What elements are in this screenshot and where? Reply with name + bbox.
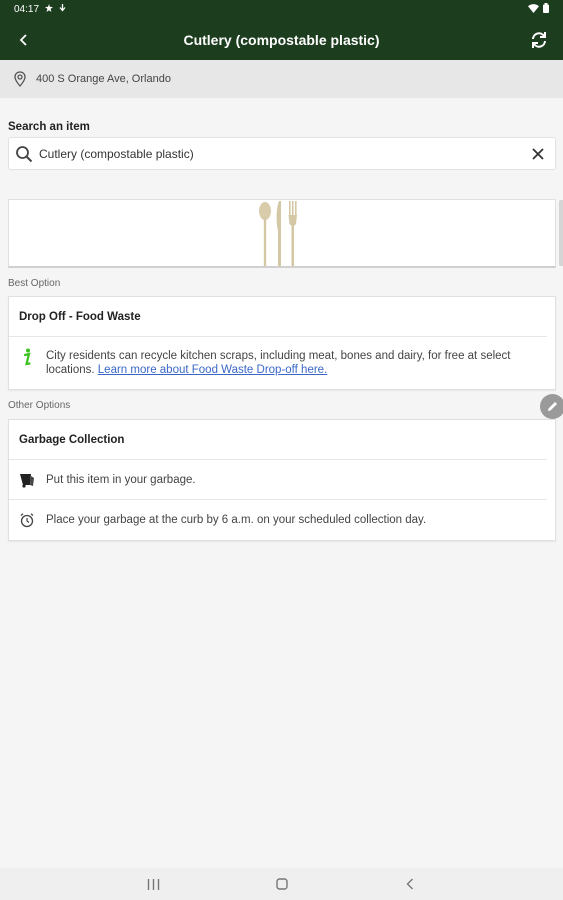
edit-button[interactable] bbox=[540, 394, 563, 419]
nav-back-button[interactable] bbox=[400, 874, 420, 894]
status-time: 04:17 bbox=[14, 4, 40, 15]
other-options-label: Other Options bbox=[8, 400, 71, 411]
search-label: Search an item bbox=[8, 121, 90, 133]
pencil-icon bbox=[548, 402, 557, 411]
page-title: Cutlery (compostable plastic) bbox=[183, 31, 380, 48]
battery-icon bbox=[543, 3, 549, 16]
collection-time-row: Place your garbage at the curb by 6 a.m.… bbox=[9, 500, 547, 540]
other-option-title: Garbage Collection bbox=[9, 420, 547, 460]
cutlery-image bbox=[259, 201, 297, 266]
close-icon bbox=[532, 147, 544, 160]
recent-apps-button[interactable] bbox=[144, 874, 164, 894]
refresh-button[interactable] bbox=[515, 19, 563, 60]
alarm-clock-icon bbox=[19, 512, 35, 528]
search-icon bbox=[16, 145, 33, 162]
recent-apps-icon bbox=[147, 878, 160, 890]
best-option-title: Drop Off - Food Waste bbox=[9, 297, 547, 337]
other-option-card: Garbage Collection Put this item in your… bbox=[8, 419, 556, 541]
best-option-label: Best Option bbox=[8, 278, 61, 289]
back-button[interactable] bbox=[0, 19, 48, 60]
address-text: 400 S Orange Ave, Orlando bbox=[36, 73, 171, 85]
notification-download-icon bbox=[59, 3, 66, 16]
food-waste-info-row: City residents can recycle kitchen scrap… bbox=[9, 337, 547, 389]
nav-back-icon bbox=[406, 878, 413, 890]
search-input[interactable]: Cutlery (compostable plastic) bbox=[8, 137, 556, 170]
wifi-icon bbox=[528, 3, 539, 16]
location-bar[interactable]: 400 S Orange Ave, Orlando bbox=[0, 60, 563, 98]
garbage-instruction-row: Put this item in your garbage. bbox=[9, 460, 547, 500]
notification-star-icon bbox=[45, 4, 54, 15]
food-waste-learn-more-link[interactable]: Learn more about Food Waste Drop-off her… bbox=[98, 364, 327, 376]
side-panel-handle[interactable] bbox=[559, 200, 563, 266]
info-text-block: City residents can recycle kitchen scrap… bbox=[46, 349, 547, 377]
best-option-card: Drop Off - Food Waste City residents can… bbox=[8, 296, 556, 390]
item-image bbox=[8, 199, 556, 268]
info-icon bbox=[19, 348, 35, 366]
home-icon bbox=[275, 878, 288, 890]
system-nav-bar bbox=[0, 868, 563, 900]
home-button[interactable] bbox=[272, 874, 292, 894]
status-bar: 04:17 bbox=[0, 0, 563, 19]
app-bar: Cutlery (compostable plastic) bbox=[0, 19, 563, 60]
garbage-instruction-text: Put this item in your garbage. bbox=[46, 473, 196, 486]
search-value: Cutlery (compostable plastic) bbox=[39, 146, 194, 161]
collection-time-text: Place your garbage at the curb by 6 a.m.… bbox=[46, 514, 427, 526]
location-pin-icon bbox=[14, 71, 26, 87]
garbage-bin-icon bbox=[19, 472, 35, 488]
clear-search-button[interactable] bbox=[521, 137, 555, 170]
back-arrow-icon bbox=[19, 33, 27, 46]
refresh-icon bbox=[532, 31, 546, 48]
